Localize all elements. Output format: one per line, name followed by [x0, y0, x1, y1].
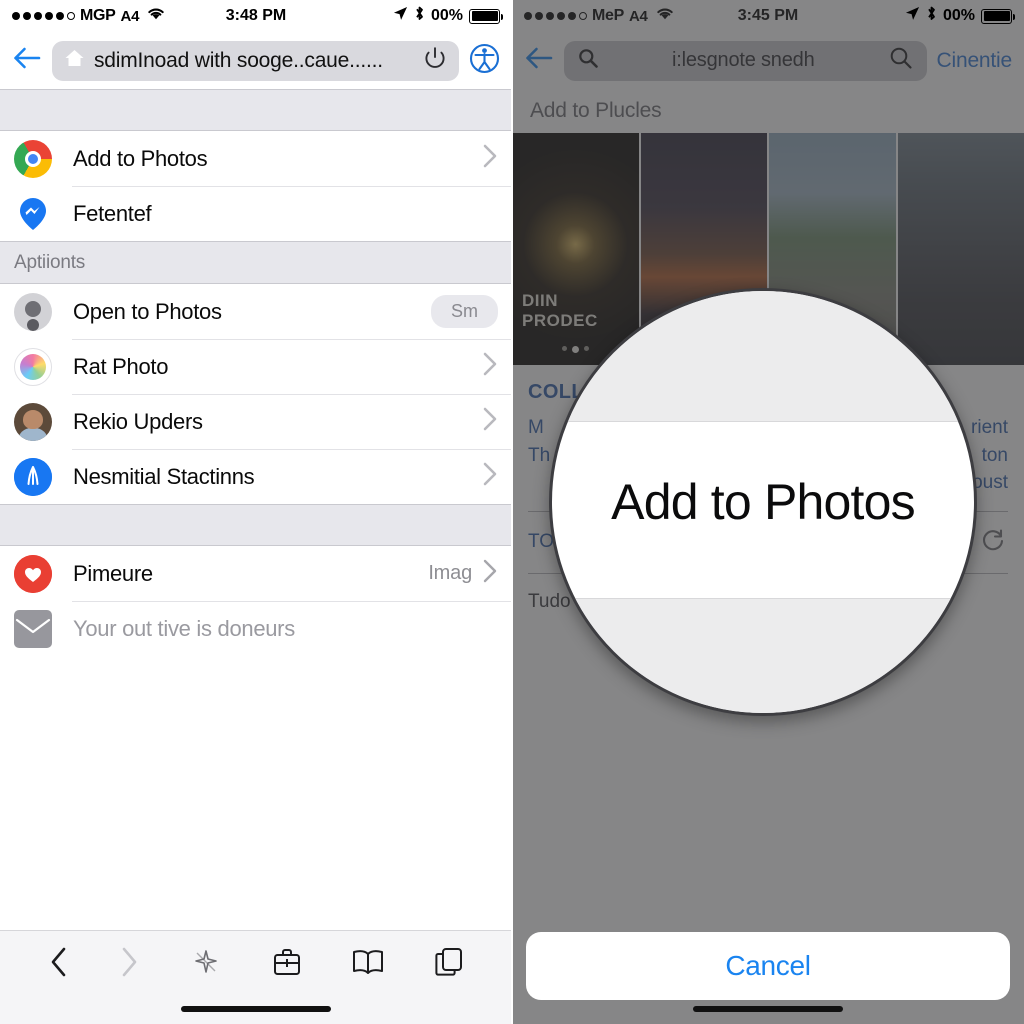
- search-top-bar: i:lesgnote snedh Cinentie: [512, 32, 1024, 89]
- location-arrow-icon: [905, 6, 920, 26]
- list-item-label: Open to Photos: [73, 298, 222, 324]
- list-item-label: Add to Photos: [73, 145, 208, 171]
- briefcase-icon[interactable]: [271, 946, 303, 983]
- back-arrow-icon[interactable]: [524, 45, 554, 76]
- list-section-options: Open to Photos Sm Rat Photo Rekio Upders: [0, 284, 512, 504]
- list-item[interactable]: Rat Photo: [0, 339, 512, 394]
- content-text-left: Th: [528, 444, 551, 466]
- search-value: i:lesgnote snedh: [672, 49, 815, 71]
- person-gray-icon: [14, 292, 52, 331]
- list-spacer-band: [0, 504, 512, 546]
- list-item-label: Pimeure: [73, 560, 153, 586]
- tabs-icon[interactable]: [434, 946, 464, 983]
- back-arrow-icon[interactable]: [12, 45, 42, 76]
- list-item-label: Rat Photo: [73, 353, 169, 379]
- home-icon: [64, 48, 85, 73]
- status-right-group: 00%: [393, 5, 503, 27]
- chevron-right-icon: [482, 406, 498, 437]
- content-text-right: ton: [981, 444, 1008, 466]
- list-item-label: Rekio Upders: [73, 408, 203, 434]
- battery-icon: [981, 8, 1015, 24]
- dual-phone-screenshot: MGP A4 3:48 PM 00% sdimInoad with sooge.…: [0, 0, 1024, 1024]
- power-reload-icon[interactable]: [423, 46, 447, 75]
- accessibility-icon[interactable]: [469, 43, 500, 79]
- address-bar[interactable]: sdimInoad with sooge..caue......: [52, 40, 459, 81]
- bluetooth-icon: [414, 5, 425, 27]
- list-item[interactable]: Rekio Upders: [0, 394, 512, 449]
- list-section-apps: Add to Photos Fetentef: [0, 131, 512, 241]
- cancel-button[interactable]: Cancel: [526, 932, 1010, 1000]
- book-icon[interactable]: [351, 948, 385, 981]
- magnifier-text: Add to Photos: [611, 474, 916, 530]
- content-text-right: rient: [971, 417, 1008, 438]
- list-top-band: [0, 89, 512, 131]
- list-item[interactable]: Pimeure Imag: [0, 546, 512, 601]
- messenger-pin-icon: [14, 195, 52, 233]
- search-submit-icon[interactable]: [889, 46, 913, 75]
- chevron-right-icon: [482, 351, 498, 382]
- cancel-link[interactable]: Cinentie: [937, 49, 1013, 73]
- magnifier-divider-top: [552, 421, 974, 422]
- status-bar-right: MeP A4 3:45 PM 00%: [512, 0, 1024, 32]
- magnifier-band-top: [552, 291, 974, 421]
- chevron-right-icon: [482, 558, 498, 589]
- magnifier-loupe: Add to Photos: [549, 288, 977, 716]
- list-item: Your out tive is doneurs: [0, 601, 512, 656]
- panel-divider: [511, 0, 513, 1024]
- chevron-right-icon: [118, 945, 140, 984]
- url-text: sdimInoad with sooge..caue......: [94, 48, 383, 72]
- magnifier-band-bottom: [552, 599, 974, 713]
- blue-circle-icon: [14, 457, 52, 496]
- contact-avatar-icon: [14, 402, 52, 441]
- battery-icon: [469, 8, 503, 24]
- chevron-right-icon: [482, 461, 498, 492]
- home-indicator: [693, 1006, 843, 1012]
- left-phone-panel: MGP A4 3:48 PM 00% sdimInoad with sooge.…: [0, 0, 512, 1024]
- list-item-aux-value: Imag: [428, 562, 472, 584]
- bluetooth-icon: [926, 5, 937, 27]
- list-item-label: Your out tive is doneurs: [73, 615, 295, 641]
- search-input[interactable]: i:lesgnote snedh: [564, 40, 927, 81]
- location-arrow-icon: [393, 6, 408, 26]
- search-icon: [578, 48, 598, 73]
- battery-percent-label: 00%: [430, 7, 463, 24]
- section-header-options: Aptiionts: [0, 241, 512, 284]
- chevron-left-icon[interactable]: [48, 945, 70, 984]
- heart-red-icon: [14, 554, 52, 593]
- envelope-gray-icon: [14, 609, 52, 648]
- list-item-label: Fetentef: [73, 200, 152, 226]
- chrome-icon: [14, 139, 52, 178]
- list-item-label: Nesmitial Stactinns: [73, 463, 255, 489]
- list-section-actions: Pimeure Imag Your out tive is doneurs: [0, 546, 512, 656]
- browser-bottom-toolbar: [0, 930, 512, 1024]
- status-bar-left: MGP A4 3:48 PM 00%: [0, 0, 512, 32]
- battery-percent-label: 00%: [942, 7, 975, 24]
- list-item[interactable]: Fetentef: [0, 186, 512, 241]
- list-item[interactable]: Nesmitial Stactinns: [0, 449, 512, 504]
- toolbar-icon-row: [0, 931, 512, 984]
- home-indicator: [181, 1006, 331, 1012]
- list-item[interactable]: Add to Photos: [0, 131, 512, 186]
- refresh-icon[interactable]: [980, 526, 1008, 559]
- list-item[interactable]: Open to Photos Sm: [0, 284, 512, 339]
- chevron-right-icon: [482, 143, 498, 174]
- status-badge[interactable]: Sm: [431, 295, 498, 328]
- browser-top-bar: sdimInoad with sooge..caue......: [0, 32, 512, 89]
- content-text-left: M: [528, 417, 544, 438]
- colorful-ring-icon: [14, 347, 52, 386]
- content-label-to: TO: [528, 531, 555, 553]
- status-right-group: 00%: [905, 5, 1015, 27]
- section-header-add-to-places: Add to Plucles: [530, 99, 662, 122]
- share-sparkle-icon[interactable]: [189, 945, 223, 984]
